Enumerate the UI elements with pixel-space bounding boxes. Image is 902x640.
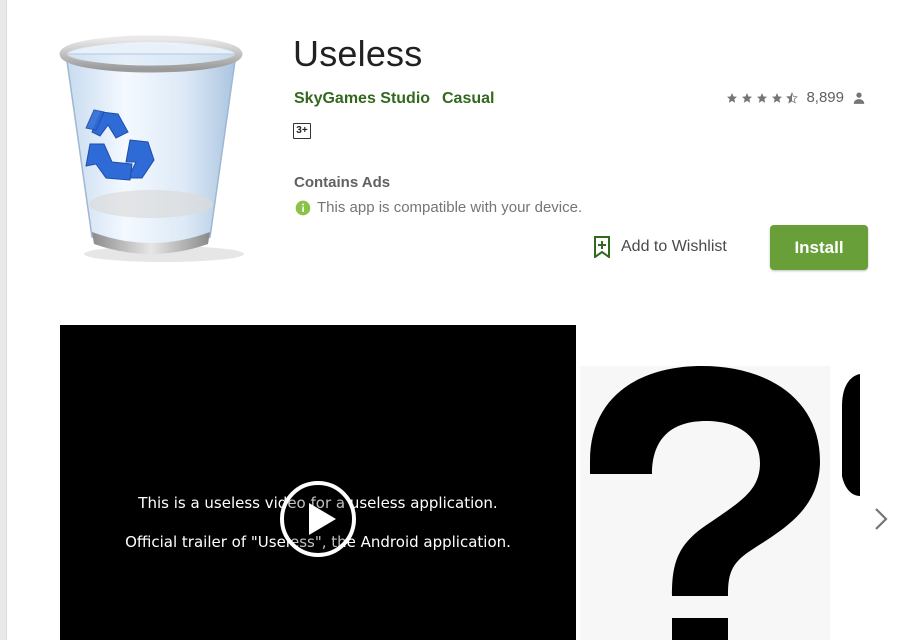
star-icon	[727, 92, 738, 103]
play-icon[interactable]	[278, 479, 358, 559]
app-icon	[56, 32, 246, 264]
rating-stars	[726, 91, 799, 104]
chevron-right-icon[interactable]	[872, 505, 890, 533]
recycle-bin-icon	[59, 35, 244, 262]
person-icon	[853, 91, 865, 104]
content-rating-badge: 3+	[293, 123, 311, 139]
contains-ads-label: Contains Ads	[294, 174, 391, 191]
bookmark-add-icon	[594, 236, 610, 258]
info-icon	[295, 200, 311, 215]
video-trailer[interactable]: This is a useless video for a useless ap…	[60, 325, 576, 640]
install-button[interactable]: Install	[770, 225, 868, 270]
compatibility-text: This app is compatible with your device.	[317, 199, 583, 216]
add-to-wishlist-button[interactable]: Add to Wishlist	[592, 236, 727, 258]
compatibility-notice: This app is compatible with your device.	[295, 199, 582, 216]
half-star-icon	[786, 91, 799, 104]
app-title: Useless	[293, 33, 423, 74]
app-rating: 8,899	[726, 89, 866, 106]
rating-count: 8,899	[806, 89, 844, 106]
question-mark-image	[580, 366, 860, 640]
star-icon	[742, 92, 753, 103]
app-screenshot[interactable]	[580, 366, 860, 640]
category-link[interactable]: Casual	[442, 90, 494, 108]
star-icon	[772, 92, 783, 103]
wishlist-label: Add to Wishlist	[621, 238, 727, 255]
browser-edge	[0, 0, 7, 640]
developer-link[interactable]: SkyGames Studio	[294, 90, 430, 108]
star-icon	[757, 92, 768, 103]
